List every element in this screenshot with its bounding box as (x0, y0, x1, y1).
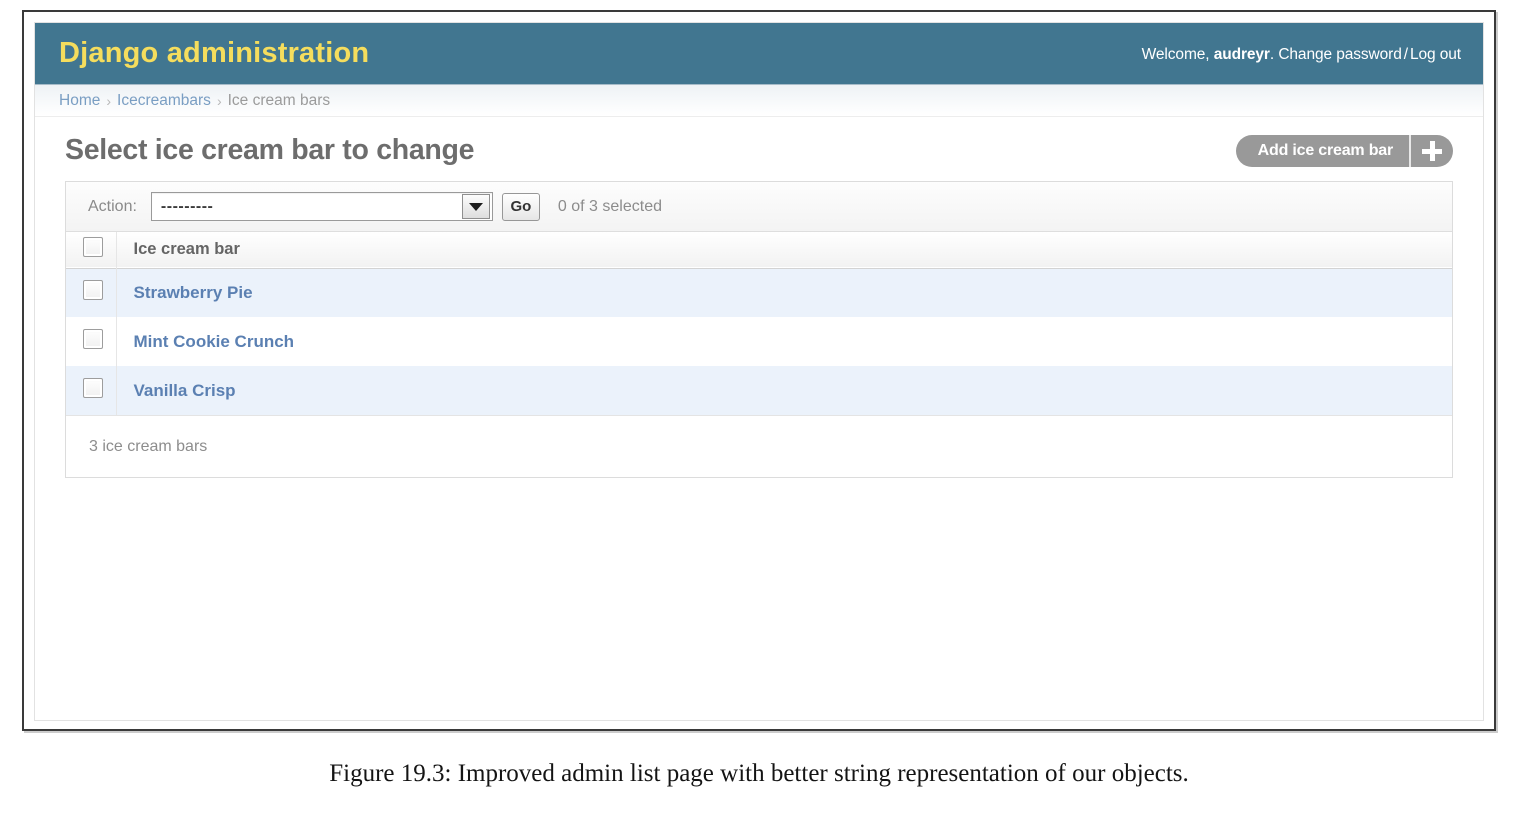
action-select-value: --------- (160, 197, 214, 215)
selection-counter: 0 of 3 selected (557, 197, 662, 215)
table-row: Strawberry Pie (66, 268, 1452, 317)
row-name-cell: Strawberry Pie (116, 268, 1452, 317)
table-header-row: Ice cream bar (66, 232, 1452, 268)
breadcrumb-current: Ice cream bars (227, 91, 331, 109)
content-header: Select ice cream bar to change Add ice c… (65, 132, 1453, 178)
site-header: Django administration Welcome, audreyr. … (35, 23, 1483, 84)
user-tools-separator: / (1403, 46, 1408, 63)
ice-cream-bar-link[interactable]: Strawberry Pie (134, 283, 253, 302)
actions-toolbar: Action: --------- Go 0 of 3 selected (66, 182, 1452, 232)
row-select-cell (66, 366, 117, 415)
table-row: Mint Cookie Crunch (66, 317, 1452, 366)
breadcrumb-home-link[interactable]: Home (59, 92, 100, 110)
logout-link[interactable]: Log out (1410, 46, 1461, 63)
screenshot-frame: Django administration Welcome, audreyr. … (22, 10, 1496, 731)
table-body: Strawberry Pie Mint Cookie Crunch Vanill… (66, 268, 1452, 415)
row-checkbox[interactable] (83, 280, 103, 301)
ice-cream-bar-link[interactable]: Mint Cookie Crunch (134, 332, 295, 351)
row-select-cell (66, 268, 117, 317)
table-header: Ice cream bar (66, 232, 1452, 268)
row-checkbox[interactable] (83, 329, 103, 349)
column-header-ice-cream-bar[interactable]: Ice cream bar (116, 232, 1452, 268)
add-button-label: Add ice cream bar (1236, 135, 1411, 167)
content-area: Select ice cream bar to change Add ice c… (35, 117, 1483, 478)
select-all-checkbox[interactable] (83, 237, 103, 258)
results-table: Ice cream bar Strawberry Pie Mint Cookie… (66, 232, 1452, 415)
site-branding: Django administration (59, 37, 370, 69)
changelist-module: Action: --------- Go 0 of 3 selected Ice… (65, 181, 1453, 478)
row-name-cell: Mint Cookie Crunch (116, 317, 1452, 366)
add-ice-cream-bar-button[interactable]: Add ice cream bar (1235, 135, 1453, 167)
row-select-cell (66, 317, 117, 366)
paginator: 3 ice cream bars (66, 415, 1452, 477)
result-count: 3 ice cream bars (89, 437, 208, 455)
breadcrumb-app-link[interactable]: Icecreambars (117, 92, 211, 110)
row-checkbox[interactable] (83, 378, 103, 398)
plus-icon (1411, 135, 1453, 167)
action-select[interactable]: --------- (150, 192, 493, 221)
change-password-link[interactable]: Change password (1278, 46, 1402, 63)
table-row: Vanilla Crisp (66, 366, 1452, 415)
user-tools: Welcome, audreyr. Change password / Log ou… (1142, 43, 1461, 64)
welcome-text: Welcome, (1141, 46, 1210, 63)
admin-page: Django administration Welcome, audreyr. … (34, 22, 1484, 721)
username-label: audreyr (1213, 46, 1270, 63)
breadcrumb-separator-icon: › (106, 92, 112, 109)
select-all-cell (66, 232, 117, 268)
row-name-cell: Vanilla Crisp (116, 366, 1452, 415)
breadcrumb: Home › Icecreambars › Ice cream bars (35, 84, 1483, 117)
action-label: Action: (88, 197, 137, 215)
username-period: . (1269, 46, 1275, 63)
figure-caption: Figure 19.3: Improved admin list page wi… (329, 760, 1189, 787)
go-button[interactable]: Go (501, 192, 540, 221)
chevron-down-icon[interactable] (461, 194, 490, 219)
ice-cream-bar-link[interactable]: Vanilla Crisp (134, 381, 236, 400)
breadcrumb-separator-icon: › (216, 92, 222, 109)
